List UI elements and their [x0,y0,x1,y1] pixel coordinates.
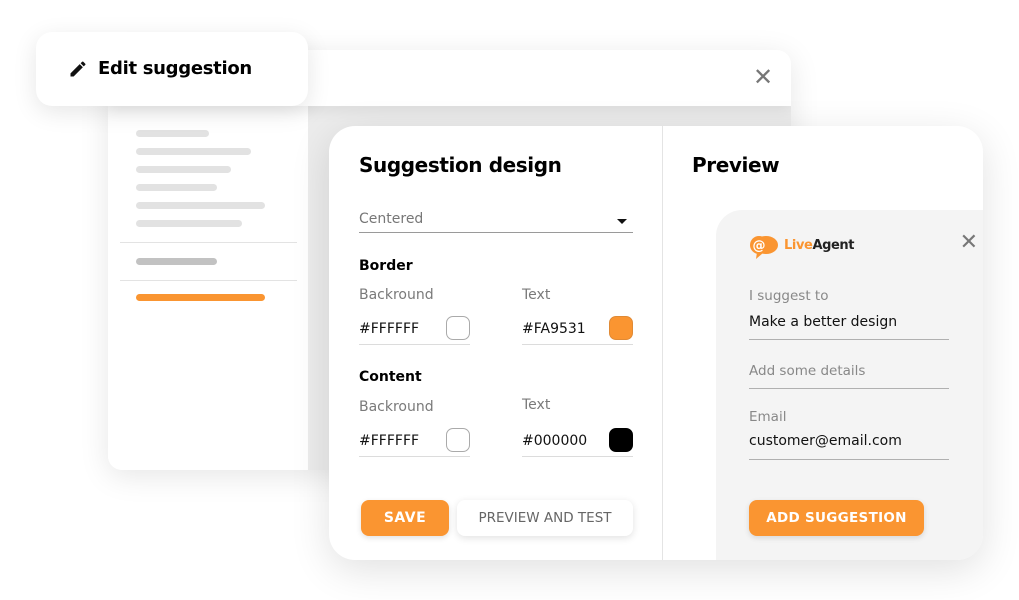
divider [120,280,297,281]
content-background-swatch[interactable] [446,428,470,452]
page-title: Edit suggestion [98,58,252,79]
content-text-value: #000000 [522,433,588,449]
border-background-swatch[interactable] [446,316,470,340]
border-background-label: Backround [359,287,434,303]
content-background-field[interactable]: #FFFFFF [359,426,470,457]
details-field[interactable]: Add some details [749,362,949,389]
skeleton-line [136,184,217,191]
border-text-swatch[interactable] [609,316,633,340]
design-section: Suggestion design Centered Border Backro… [329,126,662,560]
sidebar-item[interactable] [136,258,217,265]
border-text-field[interactable]: #FA9531 [522,314,633,345]
skeleton-line [136,220,242,227]
content-background-value: #FFFFFF [359,433,420,449]
save-button[interactable]: SAVE [361,500,449,536]
email-field[interactable]: Email customer@email.com [749,408,949,460]
preview-title: Preview [692,153,780,177]
skeleton-line [136,148,251,155]
svg-text:@: @ [753,239,766,254]
content-text-label: Text [522,397,551,413]
content-text-swatch[interactable] [609,428,633,452]
liveagent-logo-icon: @ [750,236,778,259]
add-suggestion-button[interactable]: ADD SUGGESTION [749,500,924,536]
skeleton-line [136,202,265,209]
brand-live: Live [784,238,813,253]
email-label: Email [749,409,787,425]
close-icon[interactable]: ✕ [960,231,978,253]
suggestion-widget: @ LiveAgent ✕ I suggest to Make a better… [716,210,983,560]
skeleton-line [136,130,209,137]
design-title: Suggestion design [359,153,562,177]
email-value: customer@email.com [749,433,902,449]
details-placeholder: Add some details [749,363,866,379]
chevron-down-icon [617,219,627,224]
border-background-value: #FFFFFF [359,321,420,337]
border-label: Border [359,258,413,274]
close-icon[interactable]: ✕ [753,66,773,90]
divider [120,242,297,243]
sidebar-skeleton [108,106,308,470]
layout-select[interactable]: Centered [359,208,633,233]
border-background-field[interactable]: #FFFFFF [359,314,470,345]
title-card: Edit suggestion [36,32,308,106]
suggest-value: Make a better design [749,314,898,330]
layout-select-value: Centered [359,211,424,227]
brand-agent: Agent [812,238,855,253]
suggest-label: I suggest to [749,288,829,304]
suggest-field[interactable]: I suggest to Make a better design [749,286,949,340]
liveagent-brand: LiveAgent [784,238,854,253]
content-text-field[interactable]: #000000 [522,426,633,457]
pencil-icon [70,61,86,77]
preview-and-test-button[interactable]: PREVIEW AND TEST [457,500,633,536]
border-text-value: #FA9531 [522,321,586,337]
skeleton-line [136,166,231,173]
sidebar-item-active[interactable] [136,294,265,301]
content-background-label: Backround [359,399,434,415]
content-label: Content [359,369,422,385]
border-text-label: Text [522,287,551,303]
preview-section: Preview @ LiveAgent ✕ I suggest to Make … [663,126,983,560]
main-panel: Suggestion design Centered Border Backro… [329,126,983,560]
